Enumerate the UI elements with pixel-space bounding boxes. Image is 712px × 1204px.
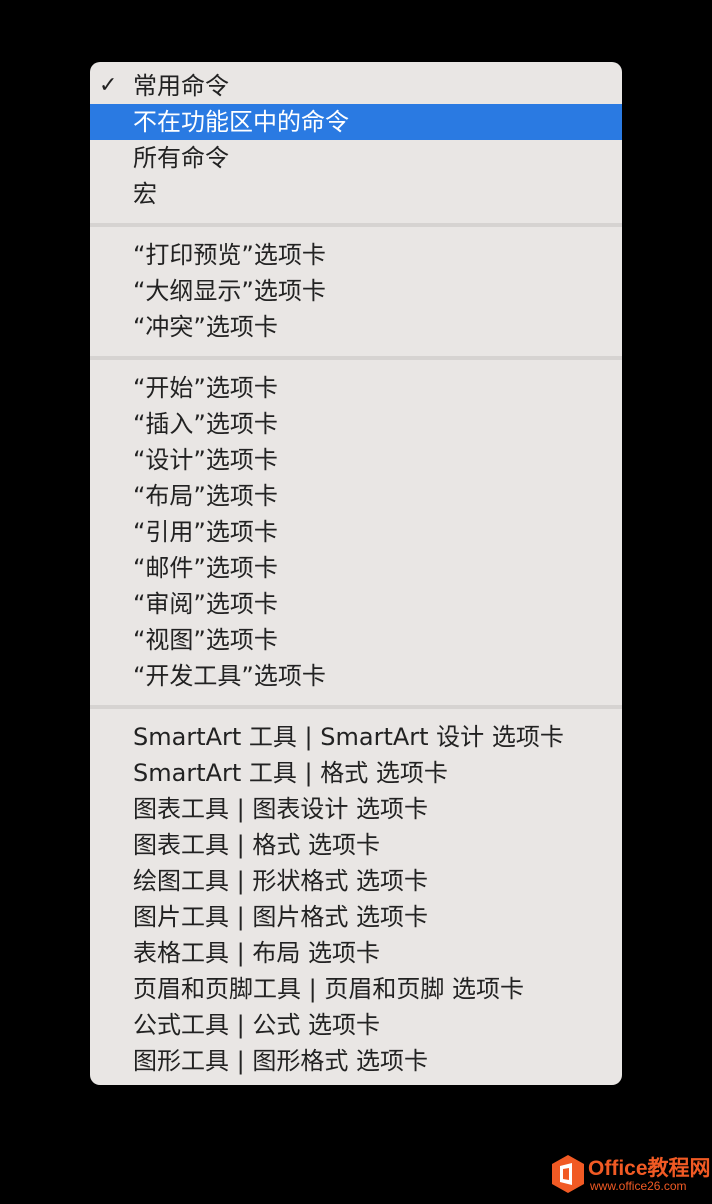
menu-item-home-tab[interactable]: “开始”选项卡 <box>90 370 622 406</box>
menu-item-label: 图表工具 | 图表设计 选项卡 <box>133 795 428 823</box>
menu-item-label: “引用”选项卡 <box>133 518 278 546</box>
menu-item-macros[interactable]: 宏 <box>90 176 622 212</box>
office-logo-icon <box>552 1155 584 1193</box>
menu-item-outline-tab[interactable]: “大纲显示”选项卡 <box>90 273 622 309</box>
menu-item-developer-tab[interactable]: “开发工具”选项卡 <box>90 658 622 694</box>
menu-item-label: SmartArt 工具 | 格式 选项卡 <box>133 759 448 787</box>
menu-item-label: “开始”选项卡 <box>133 374 278 402</box>
menu-item-chart-design-tab[interactable]: 图表工具 | 图表设计 选项卡 <box>90 791 622 827</box>
menu-item-label: 常用命令 <box>133 72 229 100</box>
menu-item-label: 表格工具 | 布局 选项卡 <box>133 939 380 967</box>
menu-item-label: “打印预览”选项卡 <box>133 241 326 269</box>
menu-item-print-preview-tab[interactable]: “打印预览”选项卡 <box>90 237 622 273</box>
menu-item-header-footer-tab[interactable]: 页眉和页脚工具 | 页眉和页脚 选项卡 <box>90 971 622 1007</box>
menu-item-label: “邮件”选项卡 <box>133 554 278 582</box>
watermark-title: Office教程网 <box>588 1157 711 1180</box>
checkmark-icon: ✓ <box>99 73 118 98</box>
menu-item-references-tab[interactable]: “引用”选项卡 <box>90 514 622 550</box>
menu-item-graphic-format-tab[interactable]: 图形工具 | 图形格式 选项卡 <box>90 1043 622 1079</box>
menu-item-label: “大纲显示”选项卡 <box>133 277 326 305</box>
menu-item-insert-tab[interactable]: “插入”选项卡 <box>90 406 622 442</box>
menu-item-label: 不在功能区中的命令 <box>133 108 349 136</box>
menu-item-mailings-tab[interactable]: “邮件”选项卡 <box>90 550 622 586</box>
menu-item-design-tab[interactable]: “设计”选项卡 <box>90 442 622 478</box>
menu-item-shape-format-tab[interactable]: 绘图工具 | 形状格式 选项卡 <box>90 863 622 899</box>
menu-item-view-tab[interactable]: “视图”选项卡 <box>90 622 622 658</box>
menu-item-label: “插入”选项卡 <box>133 410 278 438</box>
menu-item-label: 所有命令 <box>133 144 229 172</box>
menu-item-common-commands[interactable]: ✓ 常用命令 <box>90 68 622 104</box>
menu-separator <box>90 223 622 227</box>
menu-item-equation-tab[interactable]: 公式工具 | 公式 选项卡 <box>90 1007 622 1043</box>
menu-item-smartart-design-tab[interactable]: SmartArt 工具 | SmartArt 设计 选项卡 <box>90 719 622 755</box>
menu-item-label: 图形工具 | 图形格式 选项卡 <box>133 1047 428 1075</box>
menu-separator <box>90 356 622 360</box>
menu-item-label: “设计”选项卡 <box>133 446 278 474</box>
menu-item-label: 图表工具 | 格式 选项卡 <box>133 831 380 859</box>
menu-item-label: “开发工具”选项卡 <box>133 662 326 690</box>
menu-item-layout-tab[interactable]: “布局”选项卡 <box>90 478 622 514</box>
menu-item-all-commands[interactable]: 所有命令 <box>90 140 622 176</box>
menu-item-label: 图片工具 | 图片格式 选项卡 <box>133 903 428 931</box>
dropdown-menu: ✓ 常用命令 不在功能区中的命令 所有命令 宏 “打印预览”选项卡 “大纲显示”… <box>90 62 622 1085</box>
menu-item-label: 宏 <box>133 180 157 208</box>
menu-item-picture-format-tab[interactable]: 图片工具 | 图片格式 选项卡 <box>90 899 622 935</box>
menu-item-review-tab[interactable]: “审阅”选项卡 <box>90 586 622 622</box>
menu-item-commands-not-in-ribbon[interactable]: 不在功能区中的命令 <box>90 104 622 140</box>
menu-item-conflicts-tab[interactable]: “冲突”选项卡 <box>90 309 622 345</box>
menu-item-table-layout-tab[interactable]: 表格工具 | 布局 选项卡 <box>90 935 622 971</box>
menu-item-chart-format-tab[interactable]: 图表工具 | 格式 选项卡 <box>90 827 622 863</box>
menu-item-label: “审阅”选项卡 <box>133 590 278 618</box>
menu-item-label: 页眉和页脚工具 | 页眉和页脚 选项卡 <box>133 975 524 1003</box>
watermark-logo: Office教程网 www.office26.com <box>550 1152 711 1198</box>
menu-item-label: SmartArt 工具 | SmartArt 设计 选项卡 <box>133 723 564 751</box>
menu-item-label: “冲突”选项卡 <box>133 313 278 341</box>
menu-item-label: 绘图工具 | 形状格式 选项卡 <box>133 867 428 895</box>
menu-separator <box>90 705 622 709</box>
watermark-url: www.office26.com <box>590 1179 687 1193</box>
menu-item-label: “视图”选项卡 <box>133 626 278 654</box>
menu-item-smartart-format-tab[interactable]: SmartArt 工具 | 格式 选项卡 <box>90 755 622 791</box>
menu-item-label: 公式工具 | 公式 选项卡 <box>133 1011 380 1039</box>
menu-item-label: “布局”选项卡 <box>133 482 278 510</box>
